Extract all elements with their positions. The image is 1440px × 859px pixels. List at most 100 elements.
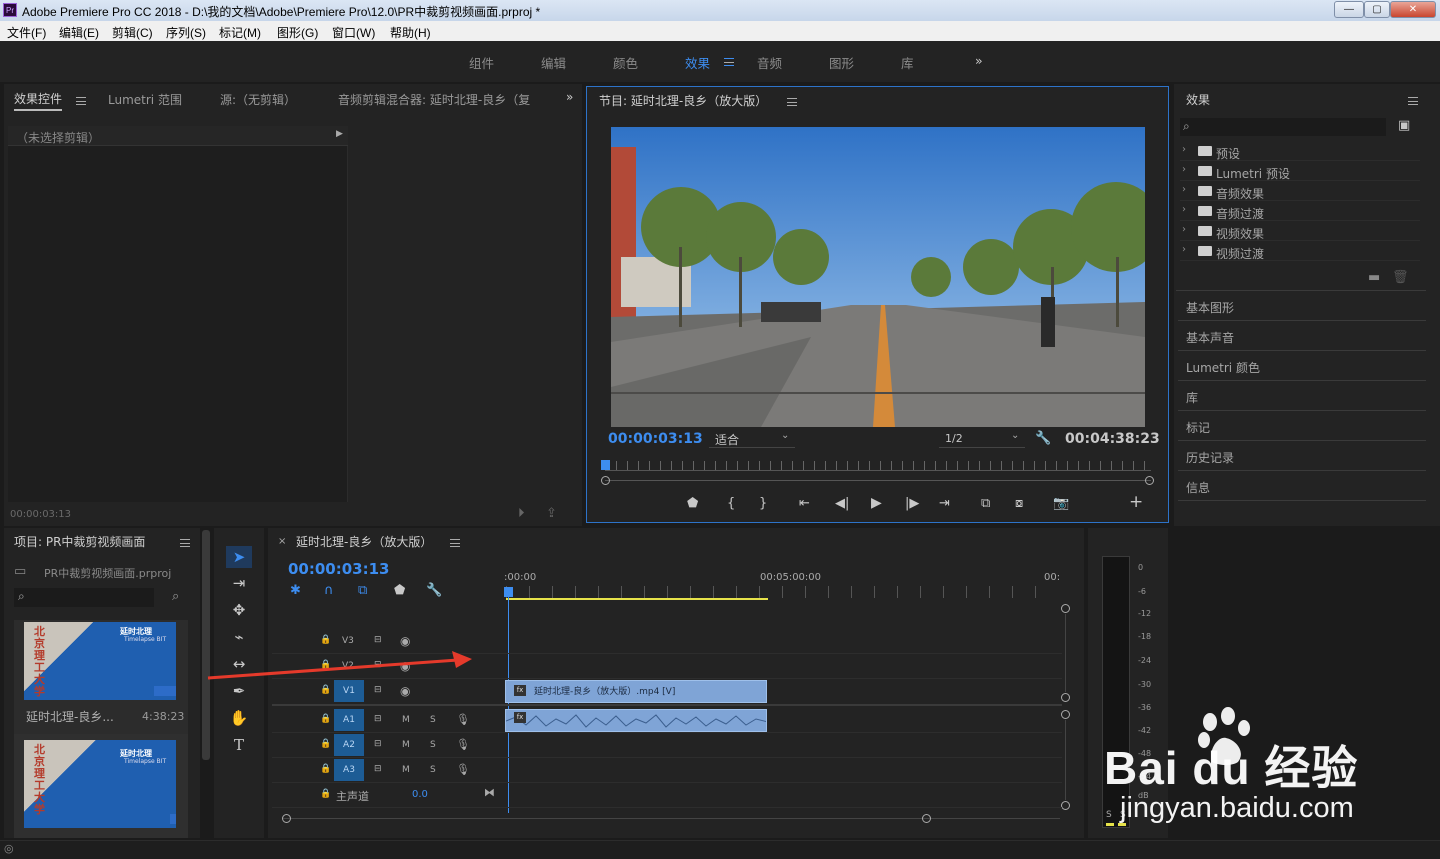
toggle-sync-icon[interactable]: ⊟ (374, 714, 382, 724)
hand-tool-icon[interactable]: ✋ (226, 707, 252, 729)
section-markers[interactable]: 标记 (1178, 411, 1426, 441)
mark-out-icon[interactable]: } (759, 497, 767, 511)
tab-lumetri-scopes[interactable]: Lumetri 范围 (108, 91, 182, 108)
menu-clip[interactable]: 剪辑(C) (112, 24, 153, 41)
lift-icon[interactable]: ⧉ (981, 497, 990, 511)
workspace-assembly[interactable]: 组件 (469, 53, 494, 72)
mute-button[interactable]: M (402, 740, 410, 750)
add-marker-icon[interactable]: ⬟ (687, 497, 698, 511)
play-icon[interactable]: ▶ (871, 496, 882, 510)
h-scroll-track[interactable] (282, 818, 1060, 819)
effects-tree-item[interactable]: › 视频效果 (1180, 222, 1420, 241)
master-volume-value[interactable]: 0.0 (412, 789, 428, 800)
maximize-button[interactable]: ▢ (1364, 1, 1390, 18)
resolution-dropdown[interactable]: 1/2 ⌄ (939, 430, 1025, 448)
export-icon[interactable]: ⇪ (546, 507, 557, 521)
video-clip[interactable]: fx 延时北理-良乡（放大版）.mp4 [V] (505, 680, 767, 703)
zoom-handle-left[interactable] (601, 476, 610, 485)
wrench-icon[interactable]: 🔧 (1035, 432, 1051, 446)
workspace-audio[interactable]: 音频 (757, 53, 782, 72)
workspace-effects[interactable]: 效果 (685, 53, 710, 72)
timeline-settings-wrench-icon[interactable]: 🔧 (426, 584, 442, 598)
menu-window[interactable]: 窗口(W) (332, 24, 375, 41)
effects-tree-item[interactable]: › 视频过渡 (1180, 242, 1420, 261)
menu-help[interactable]: 帮助(H) (390, 24, 431, 41)
workspace-editing[interactable]: 编辑 (541, 53, 566, 72)
timeline-ruler[interactable] (506, 586, 1058, 598)
section-lumetri-color[interactable]: Lumetri 颜色 (1178, 351, 1426, 381)
workspace-libraries[interactable]: 库 (901, 53, 914, 72)
track-label[interactable]: A2 (334, 734, 364, 756)
close-tab-icon[interactable]: × (278, 536, 286, 547)
v-scroll-handle[interactable] (1061, 801, 1070, 810)
workspace-graphics[interactable]: 图形 (829, 53, 854, 72)
program-playhead-timecode[interactable]: 00:00:03:13 (608, 431, 703, 447)
workspace-more-icon[interactable]: » (975, 53, 983, 68)
nest-icon[interactable]: ✱ (290, 584, 301, 598)
effects-tree-item[interactable]: › 音频效果 (1180, 182, 1420, 201)
camera-icon[interactable]: 📷 (1053, 497, 1069, 511)
project-menu-icon[interactable] (180, 539, 190, 547)
project-clip-item[interactable]: 北京理工大学 延时北理 Timelapse BIT (14, 734, 188, 838)
go-to-out-icon[interactable]: ⇥ (939, 497, 950, 511)
microphone-icon[interactable]: 🎙 (456, 738, 470, 751)
razor-tool-icon[interactable]: ⌁ (226, 626, 252, 648)
type-tool-icon[interactable]: T (226, 734, 252, 756)
effects-search-input[interactable]: ⌕ (1180, 118, 1386, 136)
master-toggle-icon[interactable]: ⧓ (484, 786, 495, 799)
toggle-sync-icon[interactable]: ⊟ (374, 739, 382, 749)
mute-button[interactable]: M (402, 715, 410, 725)
effects-tree-item[interactable]: › Lumetri 预设 (1180, 162, 1420, 181)
menu-graphics[interactable]: 图形(G) (277, 24, 318, 41)
track-label[interactable]: A1 (334, 709, 364, 731)
toggle-sync-icon[interactable]: ⊟ (374, 635, 382, 645)
solo-button[interactable]: S (430, 765, 436, 775)
project-clip-item[interactable]: 北京理工大学 延时北理 Timelapse BIT 延时北理-良乡... 4:3… (14, 620, 188, 734)
section-libraries[interactable]: 库 (1178, 381, 1426, 411)
v-scroll-handle[interactable] (1061, 604, 1070, 613)
solo-button[interactable]: S (430, 715, 436, 725)
new-bin-icon[interactable]: ▣ (1398, 119, 1410, 133)
step-forward-icon[interactable]: |▶ (905, 497, 919, 511)
microphone-icon[interactable]: 🎙 (456, 763, 470, 776)
section-essential-sound[interactable]: 基本声音 (1178, 321, 1426, 351)
v-scroll-handle[interactable] (1061, 710, 1070, 719)
menu-marker[interactable]: 标记(M) (219, 24, 261, 41)
close-button[interactable]: ✕ (1390, 1, 1436, 18)
tab-effect-controls[interactable]: 效果控件 (14, 90, 63, 111)
fit-dropdown[interactable]: 适合 ⌄ (709, 430, 795, 448)
section-info[interactable]: 信息 (1178, 471, 1426, 501)
effects-tree-item[interactable]: › 预设 (1180, 142, 1420, 161)
workspace-color[interactable]: 颜色 (613, 53, 638, 72)
mark-in-icon[interactable]: { (727, 497, 735, 511)
section-essential-graphics[interactable]: 基本图形 (1178, 291, 1426, 321)
add-marker-icon[interactable]: ⬟ (394, 584, 405, 598)
linked-selection-icon[interactable]: ⧉ (358, 584, 367, 598)
mute-button[interactable]: M (402, 765, 410, 775)
workspace-menu-icon[interactable] (724, 58, 734, 66)
tab-source[interactable]: 源:（无剪辑） (220, 91, 296, 108)
program-menu-icon[interactable] (787, 98, 797, 106)
new-folder-icon[interactable]: ▬ (1368, 271, 1380, 285)
h-scroll-handle-right[interactable] (922, 814, 931, 823)
section-history[interactable]: 历史记录 (1178, 441, 1426, 471)
project-scrollbar[interactable] (202, 530, 210, 760)
v-scroll-handle[interactable] (1061, 693, 1070, 702)
track-label[interactable]: A3 (334, 759, 364, 781)
menu-edit[interactable]: 编辑(E) (59, 24, 99, 41)
toggle-sync-icon[interactable]: ⊟ (374, 764, 382, 774)
step-back-icon[interactable]: ◀| (835, 497, 849, 511)
add-button-icon[interactable]: + (1129, 494, 1143, 511)
program-ruler[interactable] (605, 461, 1151, 471)
eye-icon[interactable]: ◉ (400, 634, 410, 648)
expand-arrow-icon[interactable]: ▶ (336, 129, 343, 139)
tab-audio-clip-mixer[interactable]: 音频剪辑混合器: 延时北理-良乡（复 (338, 91, 544, 108)
program-playhead[interactable] (601, 460, 610, 470)
minimize-button[interactable]: — (1334, 1, 1364, 18)
track-select-tool-icon[interactable]: ⇥ (226, 572, 252, 594)
snap-magnet-icon[interactable]: ∩ (324, 584, 334, 598)
go-to-in-icon[interactable]: ⇤ (799, 497, 810, 511)
work-area-bar[interactable] (506, 598, 768, 600)
solo-button[interactable]: S (430, 740, 436, 750)
zoom-handle-right[interactable] (1145, 476, 1154, 485)
